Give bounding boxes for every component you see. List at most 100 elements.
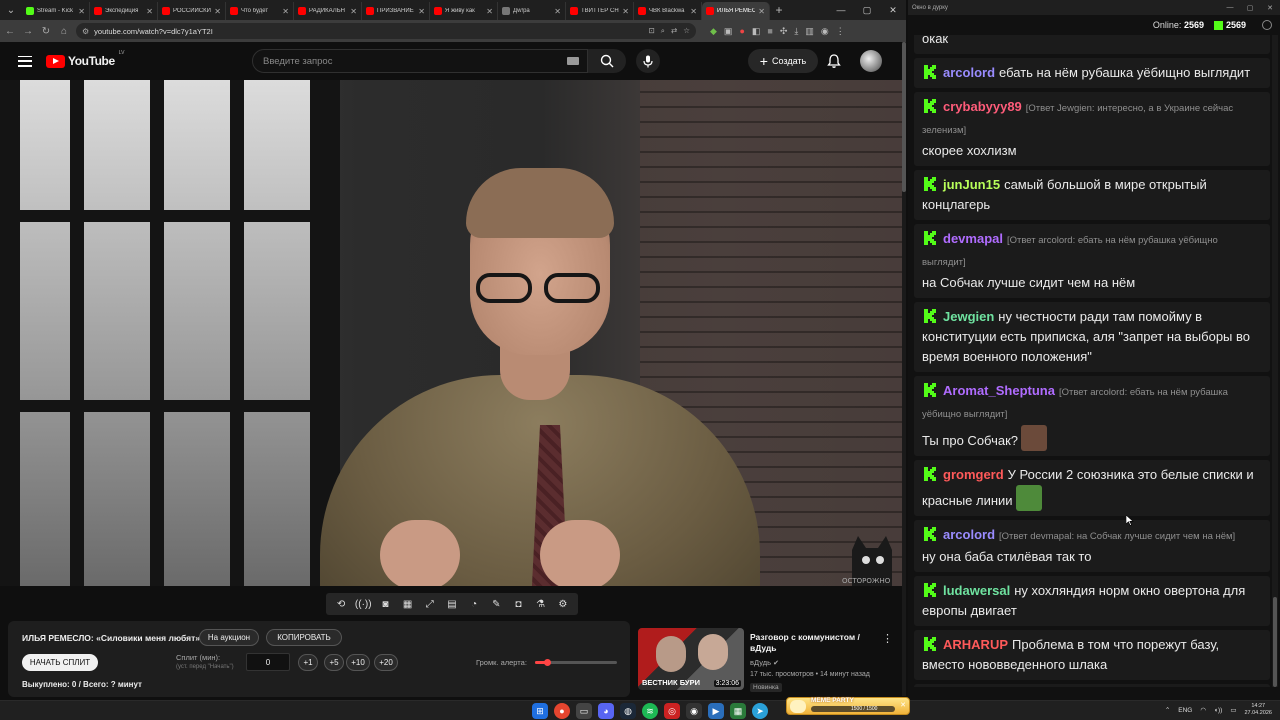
maximize-icon[interactable]: ▢ [854,5,880,16]
language-indicator[interactable]: ENG [1178,707,1192,714]
page-scrollbar[interactable] [902,42,906,696]
browser-tab[interactable]: Stream - Kick ✕ [22,2,90,20]
tab-close-icon[interactable]: ✕ [146,7,153,16]
tab-close-icon[interactable]: ✕ [214,7,221,16]
chat-reply-context[interactable]: [Ответ devmapal: на Собчак лучше сидит ч… [999,531,1235,542]
extensions-puzzle-icon[interactable]: ✣ [780,26,788,37]
profile-icon[interactable]: ◉ [821,26,829,37]
browser-tab[interactable]: Экспедиция ✕ [90,2,158,20]
tab-search-icon[interactable]: ⌄ [0,0,22,20]
tab-close-icon[interactable]: ✕ [350,7,357,16]
screenshot-camera-icon[interactable]: ◘ [512,598,525,610]
chat-username[interactable]: Jewgien [943,309,994,324]
split-add-button[interactable]: +20 [374,654,398,671]
search-input[interactable]: Введите запрос [252,49,588,73]
install-icon[interactable]: ⊡ [648,26,654,36]
forward-icon[interactable]: → [22,26,34,37]
close-icon[interactable]: ✕ [900,701,906,709]
chat-username[interactable]: gromgerd [943,467,1004,482]
browser-tab[interactable]: ТВИТТЕР СН ✕ [566,2,634,20]
tray-overflow-icon[interactable]: ⌃ [1165,706,1170,714]
flask-icon[interactable]: ⚗ [534,598,547,610]
loop-icon[interactable]: ⟲ [335,598,348,610]
maximize-icon[interactable]: ▢ [1240,4,1260,12]
edit-icon[interactable]: ✎ [490,598,503,610]
chat-username[interactable]: junJun15 [943,177,1000,192]
tab-close-icon[interactable]: ✕ [622,7,629,16]
youtube-logo[interactable]: YouTube LV [46,50,125,68]
tab-close-icon[interactable]: ✕ [554,7,561,16]
chat-username[interactable]: Aromat_Sheptuna [943,383,1055,398]
extension-icon[interactable]: ◧ [752,26,761,37]
voice-search-button[interactable] [636,49,660,73]
settings-gear-icon[interactable]: ⚙ [556,598,569,610]
steam-icon[interactable]: ◍ [620,703,636,719]
tab-close-icon[interactable]: ✕ [282,7,289,16]
minimize-icon[interactable]: — [1220,4,1240,12]
recommended-channel[interactable]: вДудь ✔ [750,658,779,667]
extension-icon[interactable]: ◆ [710,26,717,37]
browser-tab[interactable]: Я живу как ✕ [430,2,498,20]
tab-close-icon[interactable]: ✕ [758,7,765,16]
clock[interactable]: 14:27 27.04.2026 [1244,703,1272,717]
chat-username[interactable]: crybabyyy89 [943,99,1022,114]
bookmark-star-icon[interactable]: ☆ [683,26,690,36]
home-icon[interactable]: ⌂ [58,26,70,37]
browser-tab[interactable]: Что будет ✕ [226,2,294,20]
app-blue-icon[interactable]: ▶ [708,703,724,719]
sidebar-icon[interactable]: ▥ [805,26,814,37]
zoom-icon[interactable]: ⌕ [661,26,665,36]
speed-icon[interactable]: ◔ [468,598,481,610]
extension-icon[interactable]: ● [739,26,744,37]
keyboard-icon[interactable] [567,57,579,65]
tab-close-icon[interactable]: ✕ [486,7,493,16]
extension-icon[interactable]: ■ [767,26,772,37]
copy-button[interactable]: КОПИРОВАТЬ [266,629,342,646]
extension-icon[interactable]: ▣ [724,26,733,37]
translate-icon[interactable]: ⇄ [671,26,677,36]
cinema-icon[interactable]: ▦ [401,598,414,610]
reload-icon[interactable]: ↻ [40,26,52,37]
recommended-title[interactable]: Разговор с коммунистом / вДудь [750,632,880,654]
browser-tab[interactable]: ЧВК Blackwa ✕ [634,2,702,20]
start-split-button[interactable]: НАЧАТЬ СПЛИТ [22,654,98,671]
menu-dots-icon[interactable]: ⋮ [836,26,845,37]
view-toggle-icon[interactable]: ◙ [379,598,392,610]
browser-tab[interactable]: РАДИКАЛЬН ✕ [294,2,362,20]
create-button[interactable]: + Создать [748,49,818,73]
url-field[interactable]: ⚙ youtube.com/watch?v=dlc7y1aYT2I ⊡ ⌕ ⇄ … [76,23,696,39]
chat-username[interactable]: arcolord [943,527,995,542]
split-add-button[interactable]: +5 [324,654,344,671]
spotify-icon[interactable]: ≋ [642,703,658,719]
browser-tab[interactable]: ИЛЬЯ РЕМЕС ✕ [702,2,770,20]
split-add-button[interactable]: +10 [346,654,370,671]
split-add-button[interactable]: +1 [298,654,318,671]
account-avatar[interactable] [860,50,882,72]
minimize-icon[interactable]: — [828,5,854,16]
wifi-icon[interactable]: ◠ [1200,706,1206,714]
chat-username[interactable]: devmapal [943,231,1003,246]
recommended-thumbnail[interactable]: ВЕСТНИК БУРИ 3:23:06 [638,628,744,690]
chat-username[interactable]: ARHARUP [943,637,1008,652]
close-icon[interactable]: ✕ [880,5,906,16]
browser-tab[interactable]: РОССИЙСКИ ✕ [158,2,226,20]
start-windows-icon[interactable]: ⊞ [532,703,548,719]
meme-party-widget[interactable]: MEME PARTY 1500 / 1500 ✕ [786,697,910,715]
site-info-icon[interactable]: ⚙ [82,27,89,36]
browser-tab[interactable]: Дw!ра ✕ [498,2,566,20]
obs-icon[interactable]: ◉ [686,703,702,719]
recommended-video[interactable]: ВЕСТНИК БУРИ 3:23:06 Разговор с коммунис… [638,628,900,696]
app-green-icon[interactable]: ▦ [730,703,746,719]
browser-tab[interactable]: ПРИЗВАНИЕ ✕ [362,2,430,20]
resize-icon[interactable]: ⤢ [423,598,436,610]
split-minutes-input[interactable]: 0 [246,653,290,671]
search-button[interactable] [588,49,626,73]
chat-username[interactable]: arcolord [943,65,995,80]
volume-icon[interactable]: ◖)) [1214,707,1222,714]
tab-close-icon[interactable]: ✕ [78,7,85,16]
telegram-icon[interactable]: ➤ [752,703,768,719]
tab-close-icon[interactable]: ✕ [418,7,425,16]
alert-volume-slider[interactable] [535,659,617,666]
back-icon[interactable]: ← [4,26,16,37]
chat-scrollbar[interactable] [1272,35,1278,687]
